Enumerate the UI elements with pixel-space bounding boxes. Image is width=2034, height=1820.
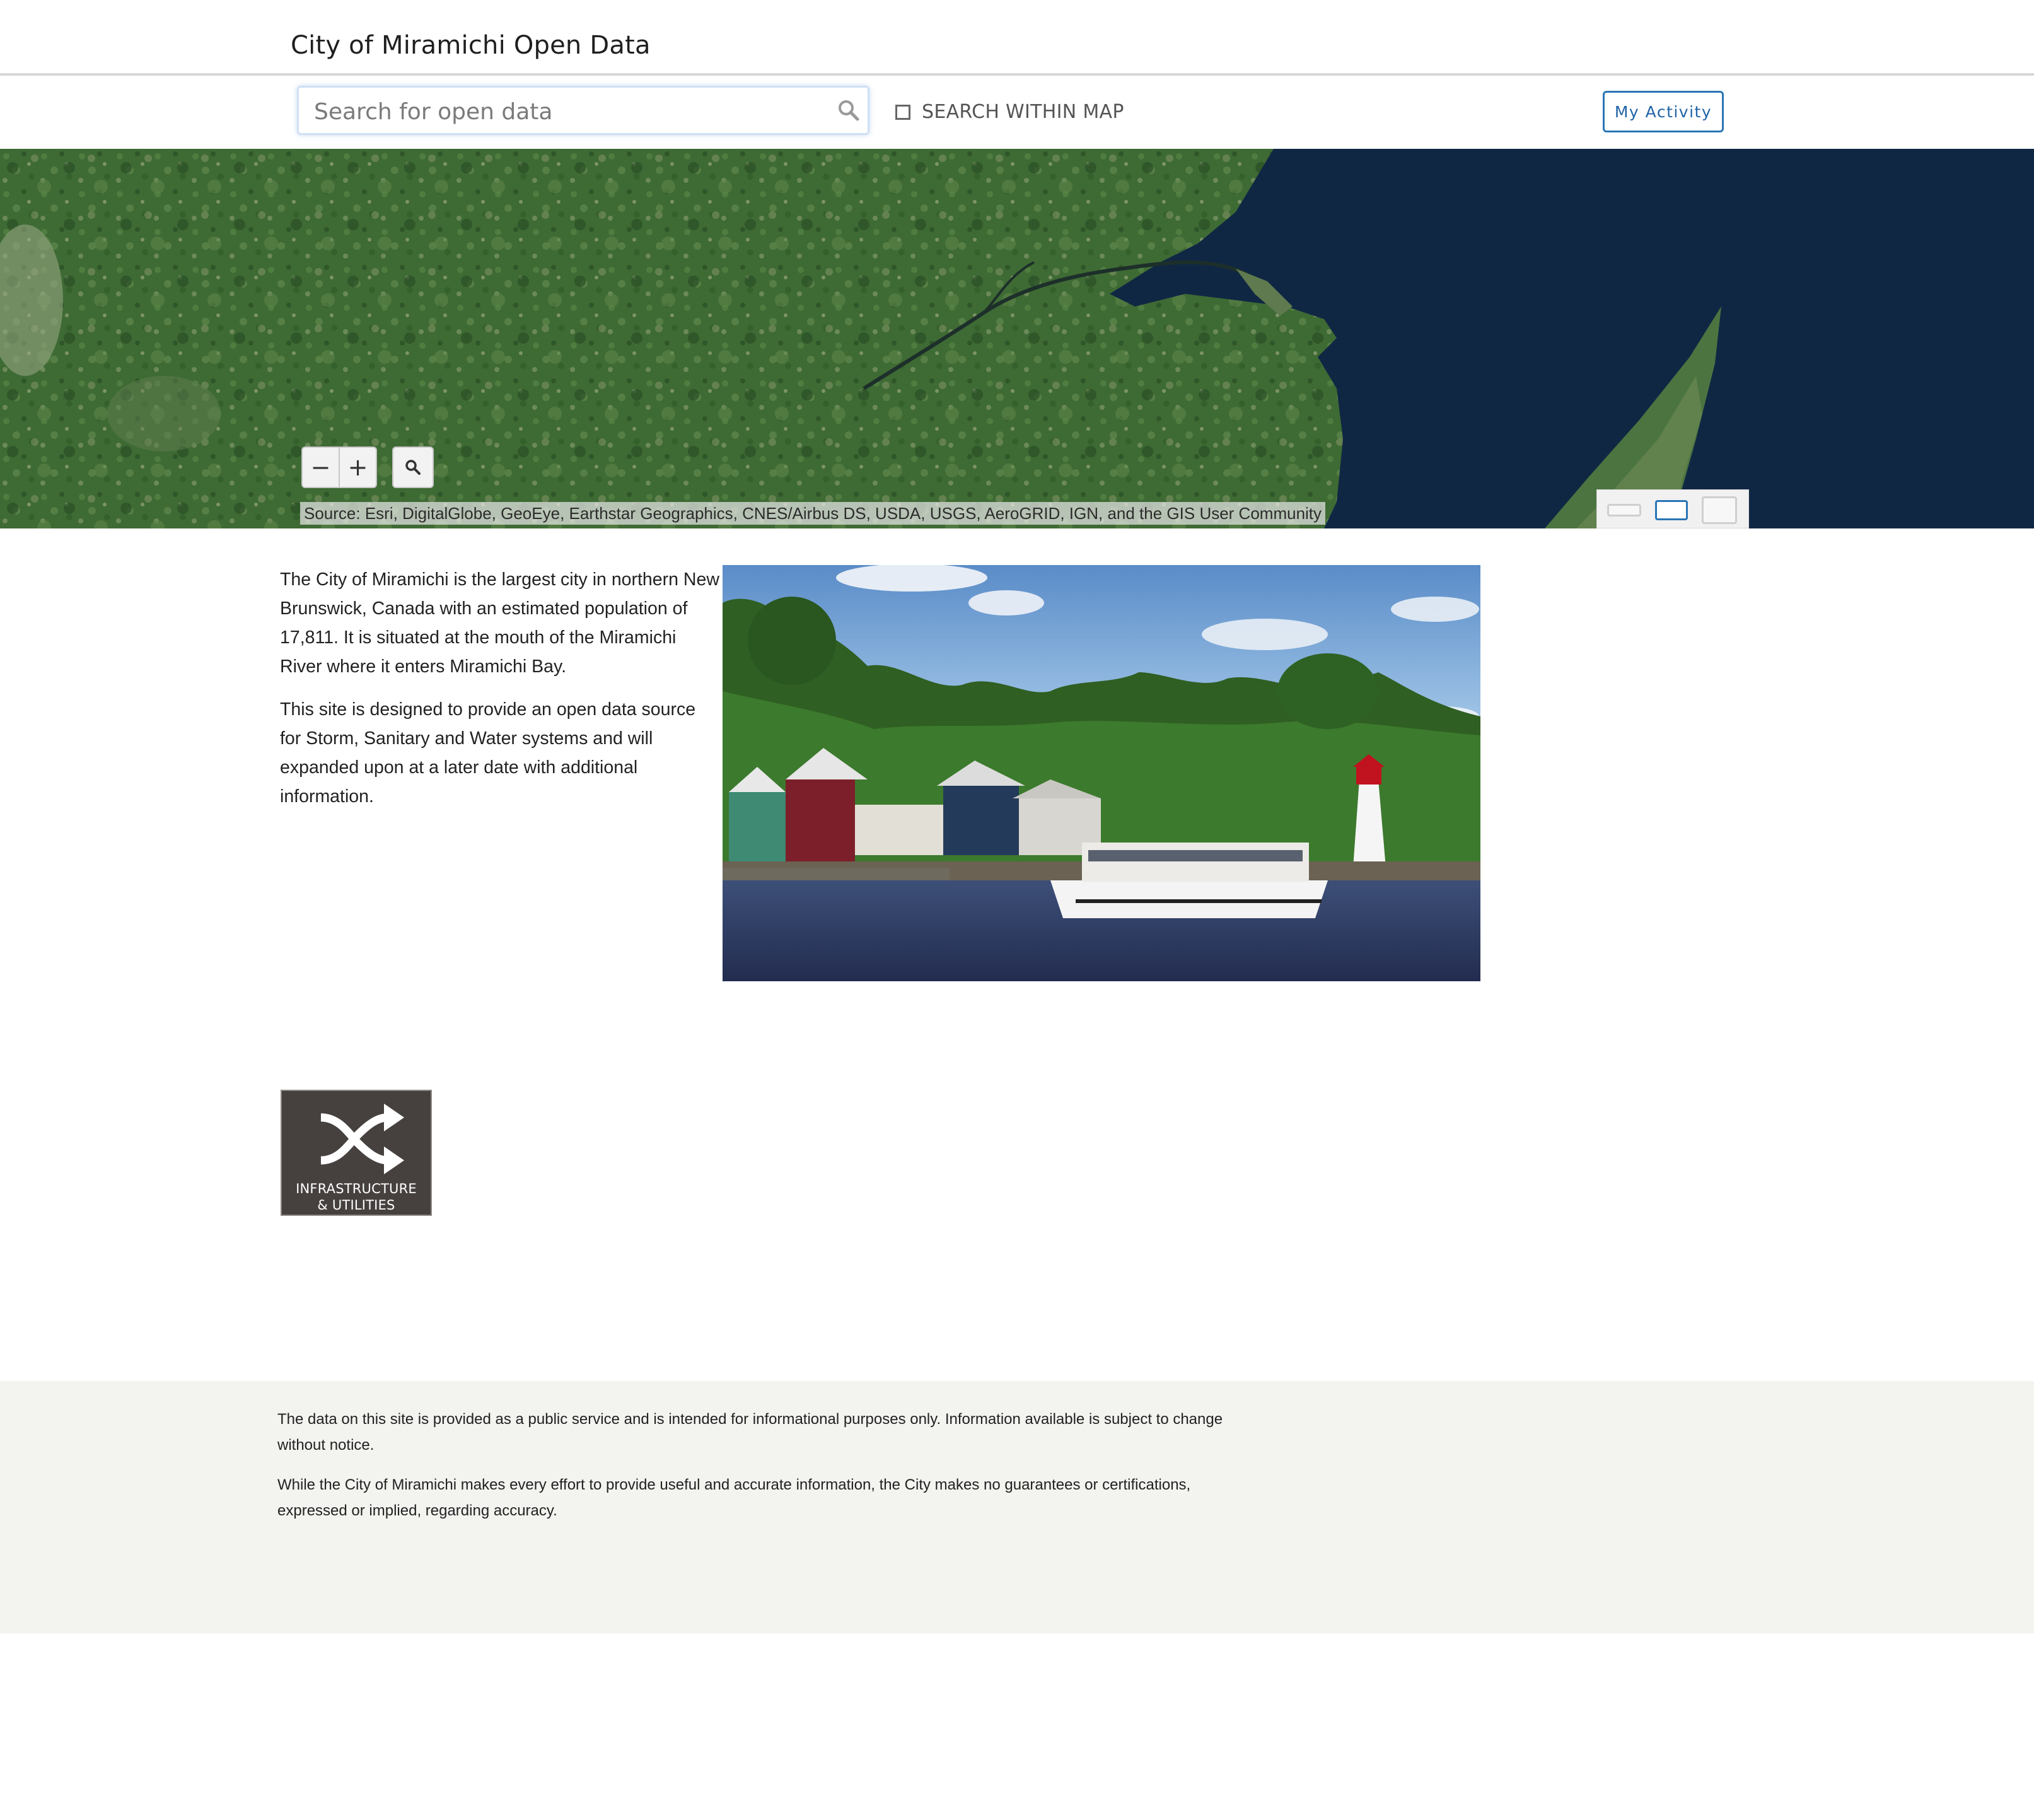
basemap-toggle [1596, 489, 1749, 528]
search-within-map-checkbox[interactable] [895, 104, 910, 120]
category-tile-infrastructure[interactable]: INFRASTRUCTURE & UTILITIES [281, 1090, 432, 1216]
disclaimer: The data on this site is provided as a p… [277, 1406, 1261, 1537]
intro-text: The City of Miramichi is the largest cit… [280, 565, 721, 825]
site-footer: The data on this site is provided as a p… [0, 1381, 2034, 1633]
zoom-in-button[interactable]: + [340, 448, 376, 487]
search-box[interactable] [297, 86, 869, 135]
harbour-photo [723, 565, 1480, 981]
zoom-out-button[interactable]: − [303, 448, 340, 487]
disclaimer-paragraph-1: The data on this site is provided as a p… [277, 1411, 1223, 1454]
basemap-option-medium[interactable] [1655, 500, 1688, 520]
basemap-option-large[interactable] [1702, 496, 1737, 524]
site-title[interactable]: City of Miramichi Open Data [291, 26, 651, 64]
magnify-icon [405, 460, 421, 475]
disclaimer-paragraph-2: While the City of Miramichi makes every … [277, 1476, 1191, 1519]
basemap-option-small[interactable] [1607, 504, 1641, 516]
intro-paragraph-2: This site is designed to provide an open… [280, 699, 696, 807]
site-header: City of Miramichi Open Data [0, 0, 2034, 76]
search-input[interactable] [313, 94, 807, 129]
search-icon[interactable] [836, 98, 861, 123]
map[interactable]: − + Source: Esri, DigitalGlobe, GeoEye, … [0, 149, 2034, 528]
category-label-line-2: & UTILITIES [317, 1198, 395, 1213]
zoom-controls: − + [301, 446, 377, 488]
category-label-line-1: INFRASTRUCTURE [296, 1181, 417, 1196]
category-label: INFRASTRUCTURE & UTILITIES [282, 1181, 431, 1213]
shuffle-icon [320, 1104, 404, 1174]
search-bar: SEARCH WITHIN MAP My Activity [0, 76, 2034, 149]
search-within-map[interactable]: SEARCH WITHIN MAP [895, 101, 1124, 123]
map-search-button[interactable] [392, 446, 434, 488]
map-attribution: Source: Esri, DigitalGlobe, GeoEye, Eart… [300, 502, 1326, 525]
search-within-map-label[interactable]: SEARCH WITHIN MAP [922, 101, 1124, 123]
my-activity-button[interactable]: My Activity [1603, 91, 1724, 132]
intro-paragraph-1: The City of Miramichi is the largest cit… [280, 569, 719, 677]
